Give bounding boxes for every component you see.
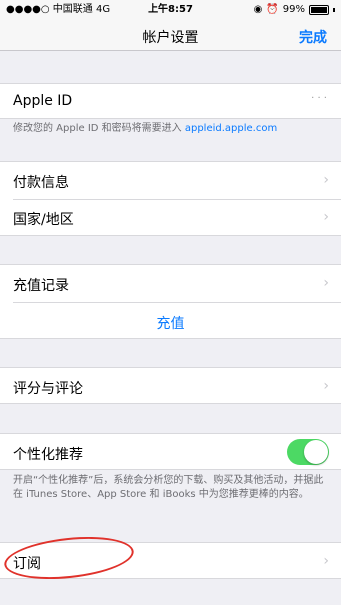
chevron-right-icon: › <box>323 378 329 394</box>
status-right: ◉ ⏰ 99% <box>254 0 335 20</box>
appleid-link[interactable]: appleid.apple.com <box>185 123 277 134</box>
navigation-bar: 帐户设置 完成 <box>0 20 341 51</box>
ratings-label: 评分与评论 <box>13 381 83 397</box>
recharge-history-row[interactable]: 充值记录 › <box>0 265 341 302</box>
payment-info-label: 付款信息 <box>13 175 69 191</box>
apple-id-value: · · · <box>311 93 327 104</box>
recharge-button[interactable]: 充值 <box>0 313 341 333</box>
personalized-note: 开启“个性化推荐”后，系统会分析您的下载、购买及其他活动，并据此在 iTunes… <box>13 475 324 500</box>
chevron-right-icon: › <box>323 275 329 291</box>
chevron-right-icon: › <box>323 172 329 188</box>
personalized-row: 个性化推荐 <box>0 433 341 470</box>
apple-id-note-text: 修改您的 Apple ID 和密码将需要进入 <box>13 123 185 134</box>
apple-id-cell[interactable]: Apple ID · · · <box>0 83 341 119</box>
personalized-label: 个性化推荐 <box>13 447 83 463</box>
alarm-icon: ⏰ <box>266 4 279 15</box>
recharge-history-label: 充值记录 <box>13 278 69 294</box>
personalized-toggle[interactable] <box>287 439 329 465</box>
row-divider <box>13 302 341 303</box>
apple-id-note: 修改您的 Apple ID 和密码将需要进入 appleid.apple.com <box>13 122 333 136</box>
apple-id-label: Apple ID <box>13 93 73 109</box>
battery-percent: 99% <box>282 4 305 15</box>
ratings-row[interactable]: 评分与评论 › <box>0 367 341 404</box>
region-row[interactable]: 国家/地区 › <box>0 200 341 236</box>
chevron-right-icon: › <box>323 209 329 225</box>
battery-tip <box>333 8 335 12</box>
orientation-lock-icon: ◉ <box>253 4 263 15</box>
payment-region-group: 付款信息 › 国家/地区 › <box>0 161 341 236</box>
recharge-group: 充值记录 › 充值 <box>0 264 341 339</box>
done-button[interactable]: 完成 <box>299 27 327 47</box>
battery-icon <box>309 5 329 15</box>
toggle-knob <box>304 440 328 464</box>
page-title: 帐户设置 <box>142 30 199 46</box>
chevron-right-icon: › <box>323 553 329 569</box>
status-bar: ●●●●○ 中国联通 4G 上午8:57 ◉ ⏰ 99% <box>0 0 341 20</box>
region-label: 国家/地区 <box>13 212 74 228</box>
payment-info-row[interactable]: 付款信息 › <box>0 162 341 199</box>
